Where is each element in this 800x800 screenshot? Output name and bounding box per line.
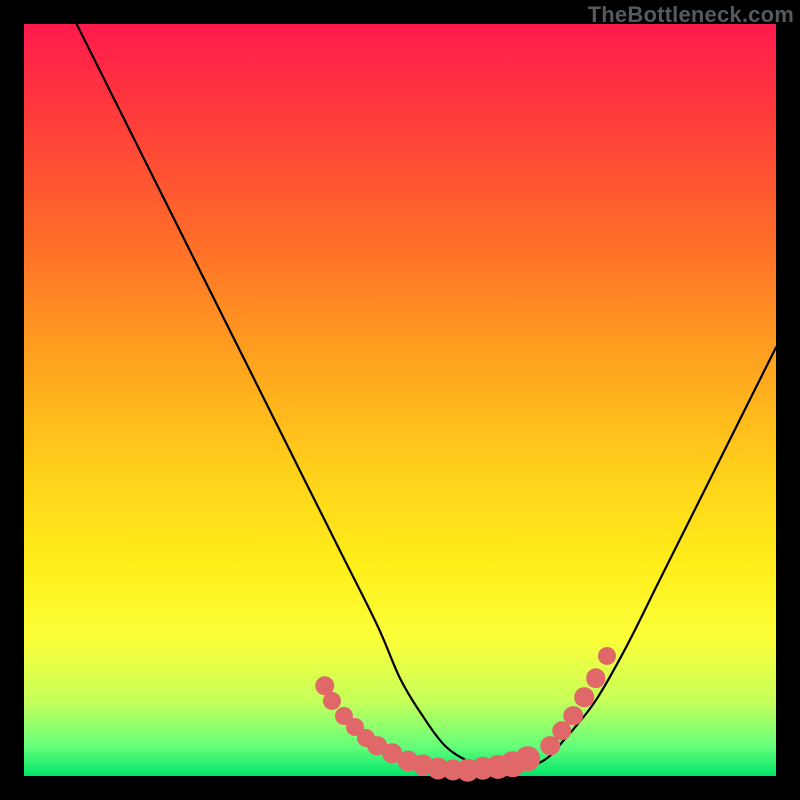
chart-stage: TheBottleneck.com: [0, 0, 800, 800]
data-point: [515, 746, 541, 772]
bottleneck-curve: [77, 24, 776, 769]
data-point: [574, 687, 594, 707]
curve-layer: [24, 24, 776, 776]
plot-area: [24, 24, 776, 776]
data-point: [563, 706, 583, 726]
data-point: [598, 647, 616, 665]
data-point: [586, 668, 606, 688]
